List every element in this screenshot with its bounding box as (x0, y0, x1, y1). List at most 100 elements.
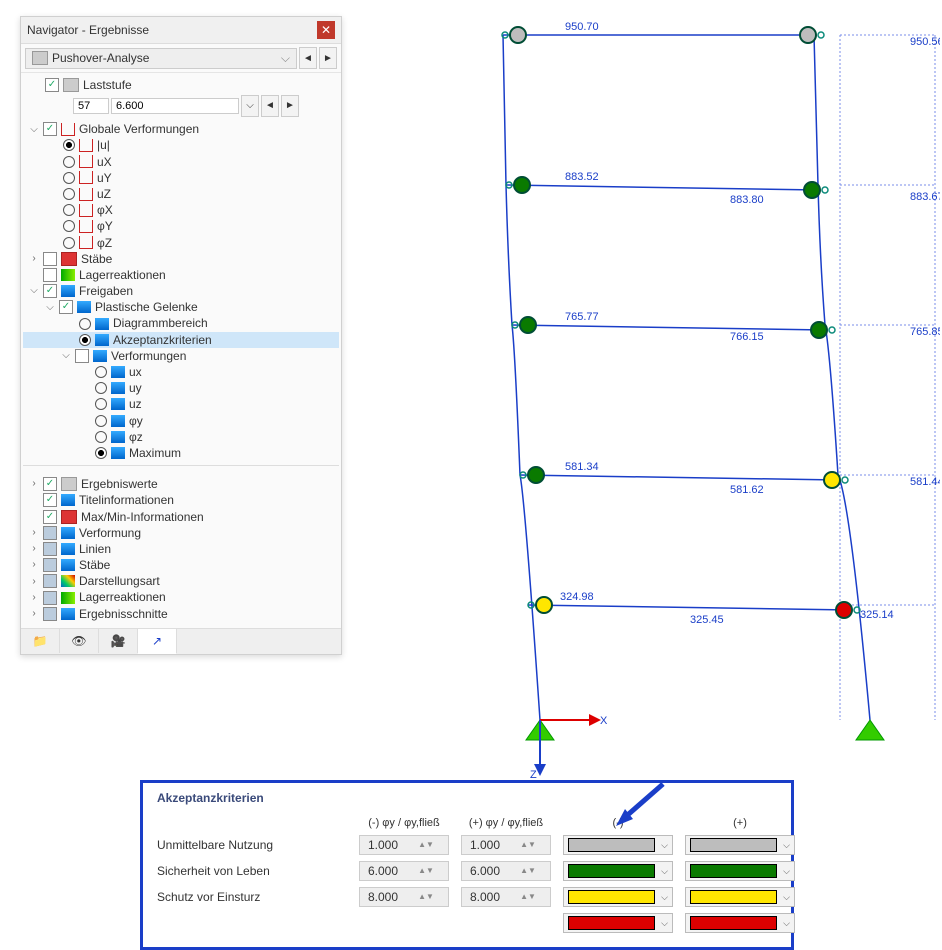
radio[interactable] (63, 172, 75, 184)
tab-animations-icon[interactable]: 🎥 (99, 629, 138, 653)
u-icon (79, 188, 93, 201)
radio[interactable] (79, 318, 91, 330)
expand-icon[interactable]: ⌵ (45, 301, 55, 315)
svg-text:765.77: 765.77 (565, 311, 599, 323)
radio[interactable] (63, 220, 75, 232)
expand-icon[interactable]: › (29, 526, 39, 540)
radio[interactable] (95, 398, 107, 410)
loadstep-value[interactable] (111, 98, 239, 114)
navigator-tabs: 📁 👁 🎥 ↗ (21, 628, 341, 654)
color-neg-select[interactable]: ⌵ (563, 887, 673, 907)
u-icon (79, 220, 93, 233)
checkbox[interactable] (43, 122, 57, 136)
expand-icon[interactable]: › (29, 252, 39, 266)
checkbox[interactable] (43, 607, 57, 621)
tree-item-label: φy (129, 413, 143, 429)
svg-text:Z: Z (530, 769, 537, 780)
step-prev-button[interactable]: ◄ (261, 95, 279, 117)
expand-icon[interactable]: › (29, 477, 39, 491)
expand-icon[interactable]: › (29, 575, 39, 589)
checkbox[interactable] (43, 558, 57, 572)
tree-item-acceptance[interactable]: Akzeptanzkriterien (23, 332, 339, 348)
analysis-icon (32, 51, 48, 65)
row-label: Schutz vor Einsturz (157, 890, 347, 904)
radio[interactable] (95, 366, 107, 378)
radio[interactable] (63, 237, 75, 249)
radio[interactable] (63, 204, 75, 216)
color-pos-select[interactable]: ⌵ (685, 861, 795, 881)
svg-text:766.15: 766.15 (730, 331, 764, 343)
tab-project-icon[interactable]: 📁 (21, 629, 60, 653)
checkbox[interactable] (43, 542, 57, 556)
checkbox[interactable] (43, 252, 57, 266)
radio[interactable] (63, 188, 75, 200)
hinge-icon (77, 301, 91, 313)
analysis-dropdown[interactable]: Pushover-Analyse ⌵ (25, 48, 297, 69)
expand-icon[interactable]: › (29, 542, 39, 556)
navigator-title: Navigator - Ergebnisse (27, 23, 149, 37)
radio[interactable] (63, 139, 75, 151)
svg-text:765.85: 765.85 (910, 326, 940, 338)
checkbox[interactable] (43, 591, 57, 605)
value-pos-input[interactable]: 8.000▲▼ (461, 887, 551, 907)
checkbox[interactable] (45, 78, 59, 92)
checkbox[interactable] (59, 300, 73, 314)
acceptance-title: Akzeptanzkriterien (157, 791, 777, 805)
section-icon (61, 608, 75, 620)
step-next-button[interactable]: ► (281, 95, 299, 117)
prev-button[interactable]: ◄ (299, 47, 317, 69)
expand-icon[interactable]: ⌵ (29, 123, 39, 137)
expand-icon[interactable]: ⌵ (61, 349, 71, 363)
release-icon (61, 285, 75, 297)
checkbox[interactable] (43, 284, 57, 298)
loadstep-label: Laststufe (83, 77, 132, 93)
close-icon[interactable]: ✕ (317, 21, 335, 39)
color-neg-select[interactable]: ⌵ (563, 861, 673, 881)
checkbox[interactable] (43, 574, 57, 588)
svg-text:883.52: 883.52 (565, 171, 599, 183)
value-neg-input[interactable]: 6.000▲▼ (359, 861, 449, 881)
deform-icon (93, 350, 107, 362)
color-pos-select[interactable]: ⌵ (685, 913, 795, 933)
radio[interactable] (95, 382, 107, 394)
svg-text:324.98: 324.98 (560, 591, 594, 603)
value-neg-input[interactable]: 8.000▲▼ (359, 887, 449, 907)
next-button[interactable]: ► (319, 47, 337, 69)
col-header-neg: (-) φy / φy,fließ (359, 817, 449, 829)
tree-item-label: Plastische Gelenke (95, 299, 198, 315)
checkbox[interactable] (75, 349, 89, 363)
color-neg-select[interactable]: ⌵ (563, 913, 673, 933)
radio[interactable] (95, 447, 107, 459)
checkbox[interactable] (43, 493, 57, 507)
svg-text:950.56: 950.56 (910, 36, 940, 48)
svg-text:581.44: 581.44 (910, 476, 940, 488)
value-neg-input[interactable]: 1.000▲▼ (359, 835, 449, 855)
checkbox[interactable] (43, 477, 57, 491)
radio[interactable] (95, 415, 107, 427)
color-pos-select[interactable]: ⌵ (685, 887, 795, 907)
expand-icon[interactable]: › (29, 607, 39, 621)
radio[interactable] (63, 156, 75, 168)
result-tree: Laststufe ⌵ ◄ ► ⌵ Globale Verformungen |… (21, 73, 341, 628)
tab-views-icon[interactable]: 👁 (60, 629, 99, 653)
checkbox[interactable] (43, 526, 57, 540)
color-neg-select[interactable]: ⌵ (563, 835, 673, 855)
value-pos-input[interactable]: 1.000▲▼ (461, 835, 551, 855)
value-pos-input[interactable]: 6.000▲▼ (461, 861, 551, 881)
loadstep-icon (63, 78, 79, 92)
color-pos-select[interactable]: ⌵ (685, 835, 795, 855)
deform-icon (61, 527, 75, 539)
checkbox[interactable] (43, 268, 57, 282)
radio[interactable] (95, 431, 107, 443)
loadstep-index[interactable] (73, 98, 109, 114)
expand-icon[interactable]: › (29, 558, 39, 572)
radio[interactable] (79, 334, 91, 346)
expand-icon[interactable]: ⌵ (29, 284, 39, 298)
chevron-down-icon[interactable]: ⌵ (241, 95, 259, 117)
tree-item-label: Maximum (129, 445, 181, 461)
checkbox[interactable] (43, 510, 57, 524)
svg-text:581.62: 581.62 (730, 484, 764, 496)
expand-icon[interactable]: › (29, 591, 39, 605)
analysis-dropdown-label: Pushover-Analyse (52, 51, 149, 65)
tab-results-icon[interactable]: ↗ (138, 629, 177, 654)
